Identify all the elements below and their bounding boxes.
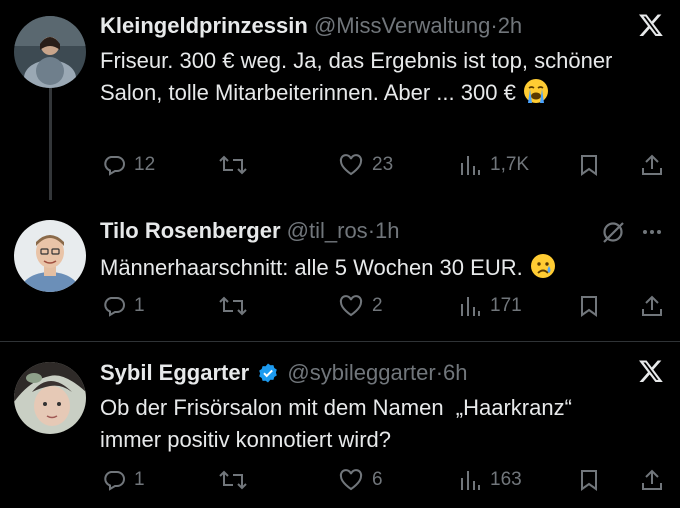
author-handle[interactable]: @MissVerwaltung [314, 13, 490, 38]
retweet-button[interactable] [218, 465, 256, 495]
views-icon [461, 471, 480, 490]
share-button[interactable] [640, 150, 664, 180]
like-count: 2 [372, 295, 383, 316]
tweet-text: Ob der Frisörsalon mit dem Namen „Haarkr… [100, 392, 660, 456]
like-button[interactable]: 6 [338, 465, 383, 495]
bookmark-button[interactable] [578, 150, 600, 180]
reply-count: 12 [134, 154, 156, 175]
timestamp[interactable]: 6h [443, 360, 467, 385]
thread-line [49, 88, 52, 200]
views-button[interactable]: 163 [458, 465, 522, 495]
action-bar: 1 2 171 [100, 291, 665, 321]
retweet-icon [219, 155, 247, 175]
share-icon [642, 154, 662, 175]
tweet-3[interactable]: Sybil Eggarter @sybileggarter·6h Ob der … [0, 342, 680, 508]
views-count: 163 [490, 469, 522, 490]
avatar[interactable] [14, 362, 86, 434]
verified-badge-icon [259, 363, 278, 383]
x-logo-icon[interactable] [638, 12, 664, 43]
bookmark-button[interactable] [578, 291, 600, 321]
tweet-2[interactable]: Tilo Rosenberger @til_ros·1h Männerhaars… [0, 200, 680, 340]
heart-icon [339, 295, 363, 317]
reply-icon [104, 471, 125, 491]
action-bar: 1 6 163 [100, 465, 665, 495]
avatar[interactable] [14, 220, 86, 292]
bookmark-icon [581, 470, 597, 491]
bookmark-icon [581, 155, 597, 176]
separator-dot: · [435, 360, 444, 385]
retweet-button[interactable] [218, 150, 256, 180]
crying-face-icon [530, 254, 555, 278]
action-bar: 12 23 1,7K [100, 150, 665, 180]
grok-icon[interactable] [600, 219, 626, 250]
views-button[interactable]: 1,7K [458, 150, 529, 180]
x-logo-icon[interactable] [638, 358, 664, 389]
heart-icon [339, 154, 363, 176]
tweet-text-line-1: Ob der Frisörsalon mit dem Namen „Haarkr… [100, 395, 572, 420]
author-name[interactable]: Sybil Eggarter [100, 360, 249, 385]
views-button[interactable]: 171 [458, 291, 522, 321]
retweet-icon [219, 470, 247, 490]
separator-dot: · [367, 218, 376, 243]
reply-count: 1 [134, 469, 145, 490]
reply-count: 1 [134, 295, 145, 316]
loudly-crying-face-icon [523, 79, 548, 103]
reply-button[interactable]: 1 [102, 465, 145, 495]
views-icon [461, 297, 480, 316]
tweet-1[interactable]: Kleingeldprinzessin @MissVerwaltung·2h F… [0, 0, 680, 200]
views-count: 171 [490, 295, 522, 316]
share-icon [642, 295, 662, 316]
like-count: 6 [372, 469, 383, 490]
separator-dot: · [490, 13, 498, 38]
views-icon [461, 156, 480, 175]
heart-icon [339, 469, 363, 491]
reply-button[interactable]: 1 [102, 291, 145, 321]
author-handle[interactable]: @sybileggarter [287, 360, 435, 385]
tweet-text-line-2: immer positiv konnotiert wird? [100, 427, 391, 452]
author-name[interactable]: Kleingeldprinzessin [100, 13, 308, 38]
retweet-icon [219, 296, 247, 316]
avatar[interactable] [14, 16, 86, 88]
like-button[interactable]: 2 [338, 291, 383, 321]
author-handle[interactable]: @til_ros [287, 218, 368, 243]
timestamp[interactable]: 1h [375, 218, 399, 243]
reply-icon [104, 297, 125, 317]
retweet-button[interactable] [218, 291, 256, 321]
tweet-text: Friseur. 300 € weg. Ja, das Ergebnis ist… [100, 48, 613, 105]
more-options-icon[interactable] [640, 220, 664, 249]
like-count: 23 [372, 154, 394, 175]
tweet-text: Männerhaarschnitt: alle 5 Wochen 30 EUR. [100, 252, 660, 284]
reply-button[interactable]: 12 [102, 150, 155, 180]
share-icon [642, 469, 662, 490]
reply-icon [104, 156, 125, 176]
bookmark-button[interactable] [578, 465, 600, 495]
share-button[interactable] [640, 291, 664, 321]
share-button[interactable] [640, 465, 664, 495]
views-count: 1,7K [490, 154, 530, 175]
author-name[interactable]: Tilo Rosenberger [100, 218, 281, 243]
bookmark-icon [581, 296, 597, 317]
timestamp[interactable]: 2h [498, 13, 522, 38]
like-button[interactable]: 23 [338, 150, 393, 180]
